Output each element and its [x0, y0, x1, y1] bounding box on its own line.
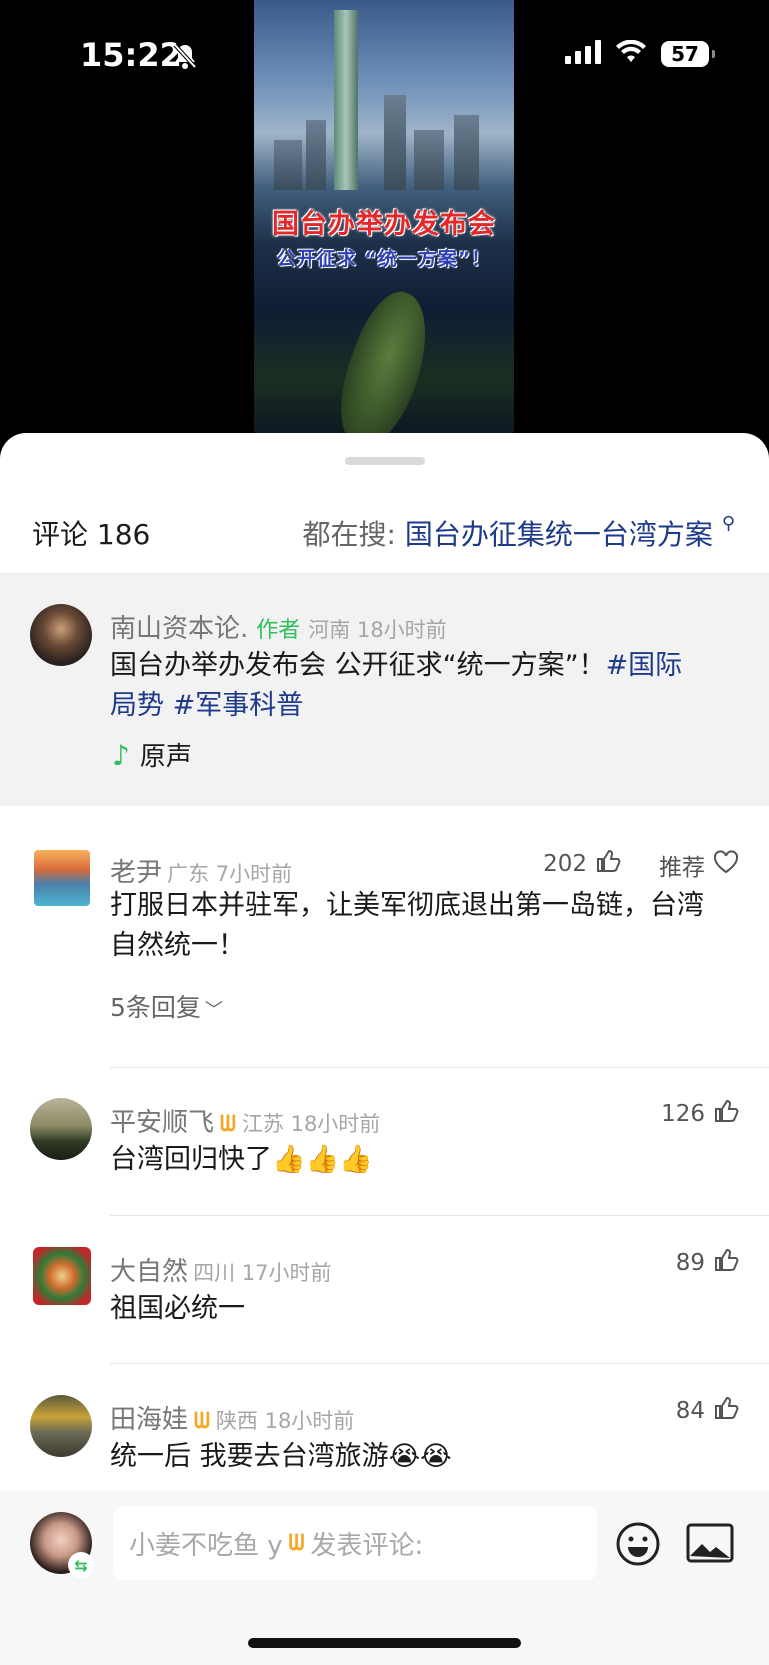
comment-count: 评论 186: [32, 518, 151, 551]
thumbs-up-icon: [713, 1098, 739, 1130]
like-count: 84: [675, 1398, 705, 1424]
battery-indicator: 57: [661, 41, 715, 67]
chevron-down-icon: ﹀: [204, 1000, 223, 1021]
trending-search-link[interactable]: 都在搜: 国台办征集统一台湾方案 ⚲: [303, 513, 735, 553]
comment-text: 打服日本并驻军，让美军彻底退出第一岛链，台湾自然统一！: [110, 890, 704, 961]
search-prefix: 都在搜:: [302, 518, 396, 551]
avatar[interactable]: [30, 1098, 92, 1160]
status-icons: 57: [565, 39, 715, 68]
divider: [110, 1363, 769, 1364]
commenter-name[interactable]: 田海娃: [110, 1405, 188, 1435]
comment-meta-row: 平安顺飞 ᗯ 江苏 18小时前: [110, 1102, 380, 1139]
input-placeholder-action: 发表评论:: [310, 1530, 424, 1561]
avatar[interactable]: [33, 1247, 91, 1305]
comment-location-time: 江苏 18小时前: [241, 1112, 381, 1136]
tower: [334, 10, 358, 190]
music-note-icon: ♪: [112, 739, 130, 772]
avatar[interactable]: [30, 604, 92, 666]
like-button[interactable]: 126: [661, 1098, 739, 1130]
building: [274, 140, 302, 190]
author-post: 南山资本论. 作者 河南 18小时前 国台办举办发布会 公开征求“统一方案”！#国际…: [0, 573, 769, 806]
search-icon[interactable]: ⚲: [722, 513, 735, 534]
comment-text: 统一后 我要去台湾旅游😭😭: [110, 1441, 452, 1472]
comment-meta-row: 老尹 广东 7小时前: [110, 852, 292, 889]
hashtag-link[interactable]: 局势: [110, 690, 164, 721]
divider: [110, 1215, 769, 1216]
author-post-text: 国台办举办发布会 公开征求“统一方案”！#国际 局势 #军事科普: [110, 646, 730, 726]
divider: [110, 1067, 769, 1068]
hashtag-link[interactable]: #军事科普: [173, 690, 304, 721]
building: [384, 95, 406, 190]
comment-sheet: 评论 186 都在搜: 国台办征集统一台湾方案 ⚲ 南山资本论. 作者 河南 18小…: [0, 433, 769, 1665]
author-badge: 作者: [256, 618, 301, 643]
like-count: 126: [661, 1101, 705, 1127]
map-island: [323, 282, 445, 445]
post-body: 国台办举办发布会 公开征求“统一方案”！: [110, 650, 606, 681]
like-count: 89: [675, 1250, 705, 1276]
avatar[interactable]: [30, 1395, 92, 1457]
building: [414, 130, 444, 190]
commenter-name[interactable]: 大自然: [110, 1257, 188, 1287]
switch-account-icon[interactable]: ⇆: [68, 1552, 94, 1578]
commenter-name[interactable]: 老尹: [110, 858, 162, 888]
avatar[interactable]: [34, 850, 90, 906]
comment-item: 田海娃 ᗯ 陕西 18小时前 84 统一后 我要去台湾旅游😭😭: [0, 1395, 769, 1495]
home-indicator[interactable]: [248, 1638, 521, 1648]
comment-input-bar: ⇆ 小姜不吃鱼 y ᗯ 发表评论:: [0, 1490, 769, 1665]
signal-icon: [565, 40, 601, 68]
thumbs-up-icon: [595, 848, 621, 880]
comment-location-time: 陕西 18小时前: [215, 1409, 355, 1433]
video-thumbnail[interactable]: 国台办举办发布会 公开征求 “统一方案”！: [254, 0, 514, 445]
video-area[interactable]: 国台办举办发布会 公开征求 “统一方案”！ 15:22 57: [0, 0, 769, 470]
like-button[interactable]: 89: [676, 1247, 739, 1279]
image-icon[interactable]: [686, 1522, 734, 1568]
comment-item: 平安顺飞 ᗯ 江苏 18小时前 126 台湾回归快了👍👍👍: [0, 1098, 769, 1198]
video-title: 国台办举办发布会: [272, 209, 496, 240]
search-keyword[interactable]: 国台办征集统一台湾方案: [405, 518, 713, 551]
sound-label: 原声: [139, 742, 192, 772]
comment-item: 老尹 广东 7小时前 202 推荐 打服日本并驻军，让美军彻底退出第一岛链，台湾…: [0, 848, 769, 1048]
replies-count: 5条回复: [110, 993, 201, 1022]
author-location-time: 河南 18小时前: [308, 618, 447, 642]
view-replies-button[interactable]: 5条回复 ﹀: [110, 988, 223, 1024]
comment-location-time: 广东 7小时前: [167, 862, 293, 886]
building: [454, 115, 479, 190]
building: [306, 120, 326, 190]
comment-location-time: 四川 17小时前: [193, 1261, 332, 1285]
input-placeholder-user: 小姜不吃鱼 y: [129, 1530, 283, 1561]
wifi-icon: [615, 39, 647, 68]
like-button[interactable]: 202: [543, 848, 621, 880]
hashtag-link[interactable]: #国际: [606, 650, 683, 681]
vip-badge-icon: ᗯ: [194, 1409, 210, 1434]
comment-meta-row: 大自然 四川 17小时前: [110, 1251, 332, 1288]
vip-badge-icon: ᗯ: [220, 1112, 236, 1137]
author-name[interactable]: 南山资本论.: [110, 614, 248, 644]
comment-input[interactable]: 小姜不吃鱼 y ᗯ 发表评论:: [113, 1506, 597, 1580]
thumbs-up-icon: [713, 1395, 739, 1427]
sheet-header: 评论 186 都在搜: 国台办征集统一台湾方案 ⚲: [0, 513, 769, 563]
comment-item: 大自然 四川 17小时前 89 祖国必统一: [0, 1247, 769, 1347]
mute-bell-icon: [172, 42, 198, 74]
video-subtitle: 公开征求 “统一方案”！: [276, 248, 492, 270]
thumbs-up-icon: [713, 1247, 739, 1279]
vip-badge-icon: ᗯ: [288, 1530, 305, 1556]
original-sound-link[interactable]: ♪ 原声: [112, 736, 192, 773]
heart-icon: [713, 850, 739, 880]
comment-meta-row: 田海娃 ᗯ 陕西 18小时前: [110, 1399, 354, 1436]
comment-text: 台湾回归快了👍👍👍: [110, 1144, 373, 1175]
recommend-button[interactable]: 推荐: [659, 848, 739, 882]
emoji-icon[interactable]: [614, 1520, 662, 1572]
recommend-label: 推荐: [659, 855, 705, 881]
commenter-name[interactable]: 平安顺飞: [110, 1108, 214, 1138]
sheet-drag-handle[interactable]: [345, 457, 425, 465]
author-meta-row: 南山资本论. 作者 河南 18小时前: [110, 608, 447, 645]
comment-text: 祖国必统一: [110, 1293, 245, 1324]
like-button[interactable]: 84: [676, 1395, 739, 1427]
like-count: 202: [543, 851, 587, 877]
status-time: 15:22: [80, 36, 182, 74]
